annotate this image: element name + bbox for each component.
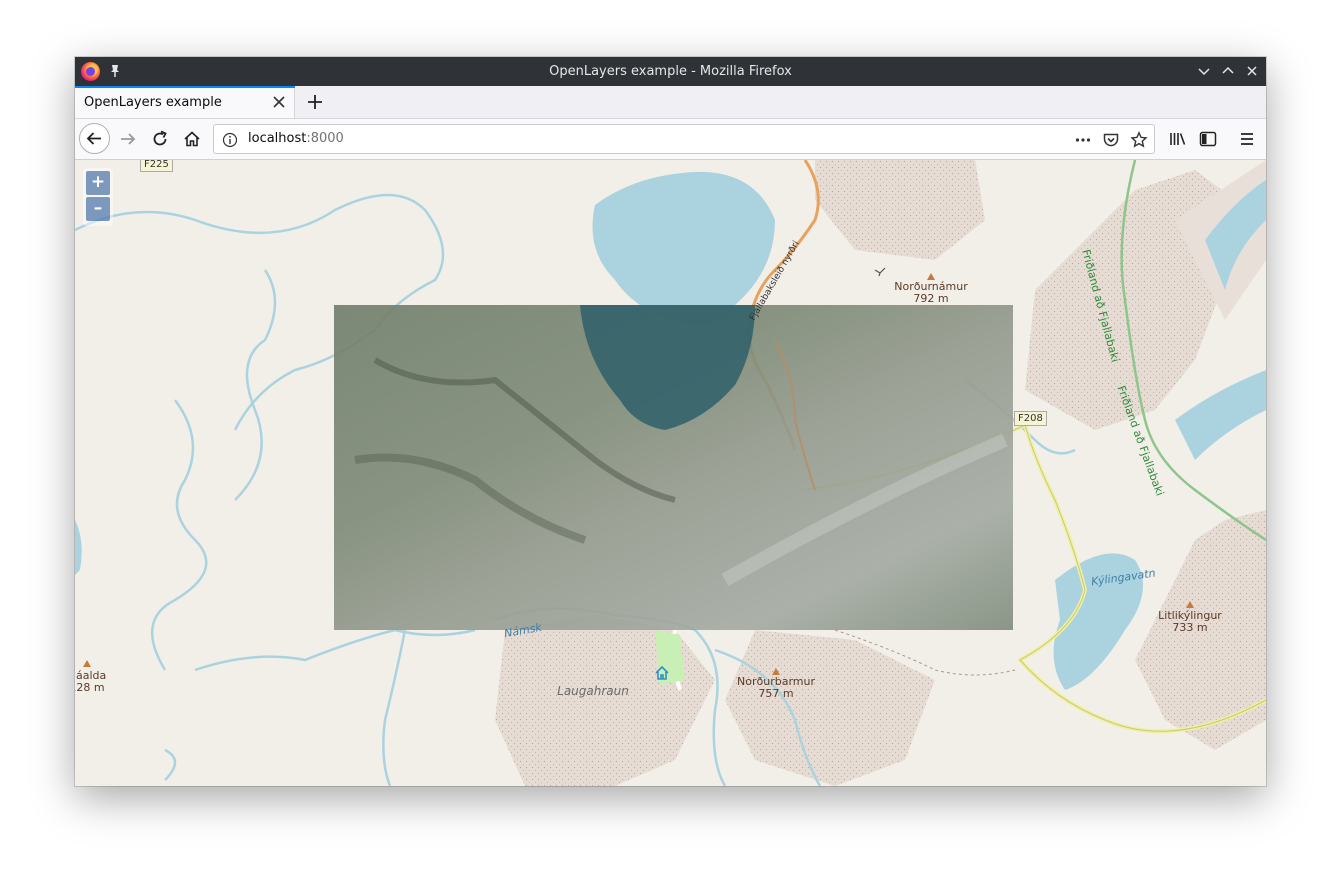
map-viewport[interactable]: + – F225 F208 Norðurnámur 792 m Norðurba… (75, 160, 1266, 786)
url-text[interactable]: localhost:8000 (248, 125, 344, 153)
peak-elevation: 733 m (1172, 621, 1208, 634)
library-button[interactable] (1168, 129, 1188, 149)
close-window-icon[interactable] (1244, 63, 1260, 79)
new-tab-icon[interactable] (306, 93, 324, 111)
back-arrow-icon (86, 132, 101, 145)
campsite-icon (655, 665, 669, 680)
title-bar: OpenLayers example - Mozilla Firefox (75, 57, 1266, 86)
menu-button[interactable] (1237, 129, 1257, 149)
navigation-toolbar: localhost:8000 (75, 119, 1266, 160)
peak-icon (83, 660, 91, 667)
forward-button[interactable] (118, 129, 138, 149)
window-title: OpenLayers example - Mozilla Firefox (549, 64, 792, 79)
road-shield-f225: F225 (140, 160, 173, 172)
reload-icon (153, 130, 167, 146)
sidebar-icon (1199, 131, 1217, 147)
peak-icon (1186, 601, 1194, 608)
label-nordurbarmur: Norðurbarmur 757 m (737, 676, 815, 700)
label-laugahraun: Laugahraun (557, 684, 629, 698)
zoom-out-button[interactable]: – (86, 197, 110, 221)
peak-icon (772, 668, 780, 675)
home-icon (184, 131, 200, 147)
site-info-icon[interactable] (222, 132, 238, 148)
home-button[interactable] (182, 129, 202, 149)
url-bar[interactable]: localhost:8000 (213, 124, 1155, 154)
label-litlikylingur: Litlikýlingur 733 m (1155, 610, 1225, 634)
url-port: :8000 (306, 131, 344, 146)
tab-openlayers[interactable]: OpenLayers example (75, 86, 295, 118)
bookmark-star-icon[interactable] (1130, 131, 1148, 149)
tab-strip: OpenLayers example (75, 86, 1266, 119)
peak-icon (927, 273, 935, 280)
page-actions-icon[interactable] (1074, 131, 1092, 149)
label-haalda: Háalda 128 m (75, 670, 107, 694)
peak-elevation: 792 m (913, 292, 949, 305)
road-shield-f208: F208 (1014, 411, 1047, 426)
forward-arrow-icon (121, 133, 136, 145)
browser-window: OpenLayers example - Mozilla Firefox Ope… (75, 57, 1266, 786)
bird-icon (874, 267, 886, 277)
close-tab-icon[interactable] (272, 95, 286, 109)
url-host: localhost (248, 131, 307, 146)
tab-label: OpenLayers example (84, 95, 222, 110)
back-button[interactable] (79, 123, 110, 154)
minimize-icon[interactable] (1196, 63, 1212, 79)
pocket-icon[interactable] (1102, 131, 1120, 149)
library-icon (1170, 133, 1186, 145)
zoom-control: + – (83, 168, 113, 226)
reload-button[interactable] (150, 129, 170, 149)
hamburger-menu-icon (1241, 133, 1253, 145)
maximize-icon[interactable] (1220, 63, 1236, 79)
sidebar-button[interactable] (1198, 129, 1218, 149)
zoom-in-button[interactable]: + (86, 171, 110, 195)
peak-elevation: 128 m (75, 681, 105, 694)
peak-elevation: 757 m (758, 687, 794, 700)
label-nordurnamur: Norðurnámur 792 m (890, 281, 972, 305)
